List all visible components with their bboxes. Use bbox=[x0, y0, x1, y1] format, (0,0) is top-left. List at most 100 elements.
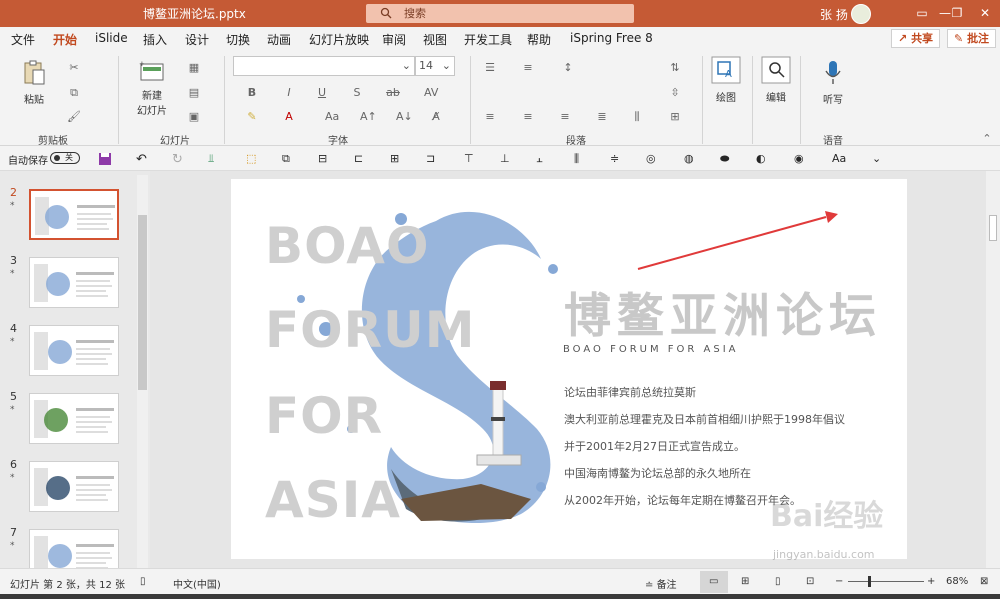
slide-thumbnail[interactable] bbox=[29, 325, 119, 376]
copy-icon[interactable]: ⧉ bbox=[67, 86, 81, 100]
merge-shapes-icon[interactable]: ◎ bbox=[646, 152, 660, 166]
tab-slideshow[interactable]: 幻灯片放映 bbox=[309, 31, 369, 48]
restore-button[interactable]: ❐ bbox=[947, 4, 967, 22]
tab-insert[interactable]: 插入 bbox=[143, 31, 167, 48]
reset-icon[interactable]: ▤ bbox=[187, 86, 201, 100]
drawing-button[interactable]: A 绘图 bbox=[709, 56, 743, 104]
tab-islide[interactable]: iSlide bbox=[95, 31, 128, 45]
section-icon[interactable]: ▣ bbox=[187, 110, 201, 124]
customize-qat-icon[interactable]: ⌄ bbox=[872, 152, 886, 166]
font-name-combo[interactable]: ⌄ bbox=[233, 56, 415, 76]
columns-icon[interactable]: ⫼ bbox=[630, 110, 644, 124]
tab-help[interactable]: 帮助 bbox=[527, 31, 551, 48]
align-center-obj-icon[interactable]: ⊞ bbox=[390, 152, 404, 166]
zoom-slider-thumb[interactable] bbox=[868, 576, 871, 587]
tab-review[interactable]: 审阅 bbox=[382, 31, 406, 48]
group-objects-icon[interactable]: ⧉ bbox=[282, 152, 296, 166]
strikethrough-icon[interactable]: ab bbox=[386, 86, 400, 100]
zoom-slider-track[interactable] bbox=[848, 581, 924, 582]
numbering-icon[interactable]: ≡ bbox=[521, 61, 535, 75]
language-indicator[interactable]: 中文(中国) bbox=[173, 576, 221, 591]
shadow-icon[interactable]: S bbox=[350, 86, 364, 100]
align-left-icon[interactable]: ≡ bbox=[483, 110, 497, 124]
tab-developer[interactable]: 开发工具 bbox=[464, 31, 512, 48]
line-spacing-icon[interactable]: ↕ bbox=[561, 61, 575, 75]
accessibility-icon[interactable]: ▯ bbox=[140, 576, 146, 587]
font-size-combo[interactable]: 14 ⌄ bbox=[415, 56, 455, 76]
thumbnail-scrollbar[interactable] bbox=[137, 175, 148, 568]
highlight-icon[interactable]: ✎ bbox=[245, 110, 259, 124]
dictate-button[interactable]: 听写 bbox=[818, 60, 848, 106]
fragment-icon[interactable]: ◍ bbox=[684, 152, 698, 166]
bold-icon[interactable]: B bbox=[245, 86, 259, 100]
undo-icon[interactable]: ↶ bbox=[136, 152, 150, 167]
reading-view-icon[interactable]: ▯ bbox=[775, 576, 781, 587]
clear-format-icon[interactable]: A̸ bbox=[429, 110, 443, 124]
collapse-ribbon-icon[interactable]: ⌃ bbox=[980, 132, 994, 146]
distribute-icon[interactable]: ⫫ bbox=[208, 152, 222, 166]
grow-font-icon[interactable]: A↑ bbox=[360, 110, 377, 124]
avatar[interactable] bbox=[851, 4, 871, 24]
autosave-toggle[interactable]: 关 bbox=[50, 152, 80, 164]
zoom-level[interactable]: 68% bbox=[946, 576, 968, 587]
align-right-obj-icon[interactable]: ⊐ bbox=[426, 152, 440, 166]
text-case-icon[interactable]: Aa bbox=[832, 152, 846, 166]
search-box[interactable]: 搜索 bbox=[366, 4, 634, 23]
notes-button[interactable]: ≐ 备注 bbox=[645, 576, 677, 591]
char-spacing-icon[interactable]: AV bbox=[424, 86, 438, 100]
change-case-icon[interactable]: Aa bbox=[325, 110, 339, 124]
slide-thumbnail[interactable] bbox=[29, 529, 119, 569]
align-objects-icon[interactable]: ⊟ bbox=[318, 152, 332, 166]
select-icon[interactable]: ⬚ bbox=[246, 152, 260, 166]
align-middle-icon[interactable]: ⊥ bbox=[500, 152, 514, 166]
align-bottom-icon[interactable]: ⫠ bbox=[536, 152, 550, 166]
comments-button[interactable]: ✎ 批注 bbox=[947, 29, 997, 48]
slide-thumbnail[interactable] bbox=[29, 461, 119, 512]
tab-home[interactable]: 开始 bbox=[53, 31, 78, 52]
font-color-icon[interactable]: A bbox=[282, 110, 296, 124]
close-button[interactable]: ✕ bbox=[975, 4, 995, 22]
shrink-font-icon[interactable]: A↓ bbox=[396, 110, 413, 124]
scrollbar-thumb[interactable] bbox=[989, 215, 997, 241]
ribbon-display-icon[interactable]: ▭ bbox=[912, 4, 932, 22]
smartart-icon[interactable]: ⊞ bbox=[668, 110, 682, 124]
justify-icon[interactable]: ≣ bbox=[595, 110, 609, 124]
save-icon[interactable] bbox=[98, 152, 112, 166]
editing-button[interactable]: 编辑 bbox=[759, 56, 793, 104]
cut-icon[interactable]: ✂ bbox=[67, 61, 81, 75]
align-text-icon[interactable]: ⇳ bbox=[668, 86, 682, 100]
text-direction-icon[interactable]: ⇅ bbox=[668, 61, 682, 75]
align-top-icon[interactable]: ⊤ bbox=[464, 152, 478, 166]
slide-sorter-icon[interactable]: ⊞ bbox=[741, 576, 749, 587]
slideshow-icon[interactable]: ⊡ bbox=[806, 576, 814, 587]
zoom-in-button[interactable]: + bbox=[927, 576, 935, 587]
distribute-v-icon[interactable]: ≑ bbox=[610, 152, 624, 166]
subtract-icon[interactable]: ◉ bbox=[794, 152, 808, 166]
underline-icon[interactable]: U bbox=[315, 86, 329, 100]
paste-button[interactable]: 粘贴 bbox=[18, 60, 50, 106]
align-center-icon[interactable]: ≡ bbox=[521, 110, 535, 124]
new-slide-button[interactable]: + 新建 幻灯片 bbox=[131, 60, 173, 117]
union-icon[interactable]: ⬬ bbox=[720, 152, 734, 166]
tab-transitions[interactable]: 切换 bbox=[226, 31, 250, 48]
vertical-scrollbar[interactable] bbox=[986, 171, 1000, 568]
bullets-icon[interactable]: ☰ bbox=[483, 61, 497, 75]
align-left-obj-icon[interactable]: ⊏ bbox=[354, 152, 368, 166]
user-name[interactable]: 张 扬 bbox=[820, 6, 848, 23]
share-button[interactable]: ↗ 共享 bbox=[891, 29, 941, 48]
distribute-h-icon[interactable]: ⫼ bbox=[574, 152, 588, 166]
format-painter-icon[interactable]: 🖌 bbox=[67, 110, 81, 124]
scrollbar-thumb[interactable] bbox=[138, 215, 147, 390]
tab-ispring[interactable]: iSpring Free 8 bbox=[570, 31, 653, 45]
tab-design[interactable]: 设计 bbox=[185, 31, 209, 48]
slide-thumbnail[interactable] bbox=[29, 257, 119, 308]
align-right-icon[interactable]: ≡ bbox=[558, 110, 572, 124]
normal-view-icon[interactable]: ▭ bbox=[709, 576, 718, 587]
italic-icon[interactable]: I bbox=[282, 86, 296, 100]
tab-view[interactable]: 视图 bbox=[423, 31, 447, 48]
tab-animations[interactable]: 动画 bbox=[267, 31, 291, 48]
fit-to-window-icon[interactable]: ⊠ bbox=[980, 576, 988, 587]
tab-file[interactable]: 文件 bbox=[11, 31, 35, 48]
layout-icon[interactable]: ▦ bbox=[187, 61, 201, 75]
slide-thumbnail[interactable] bbox=[29, 393, 119, 444]
